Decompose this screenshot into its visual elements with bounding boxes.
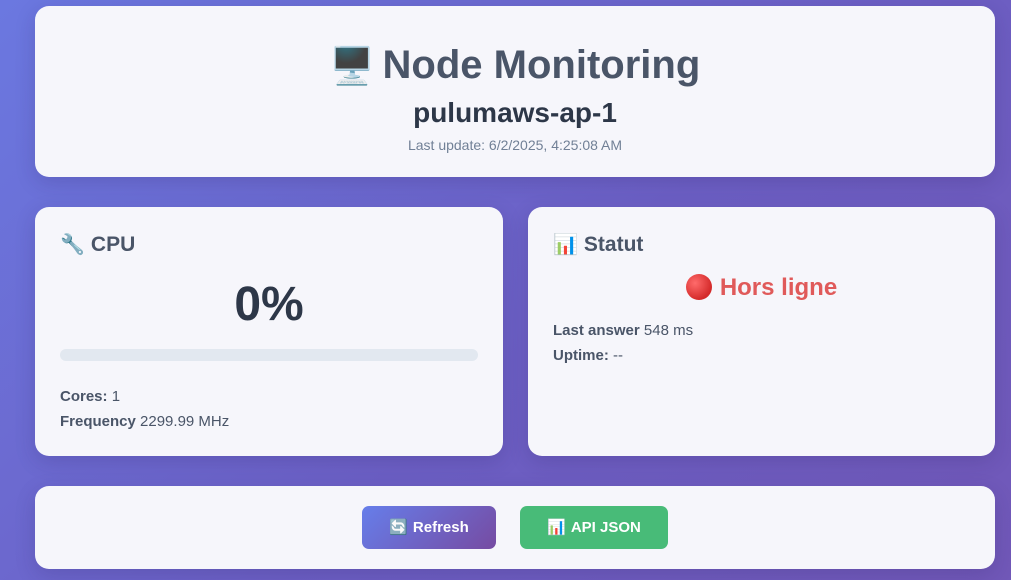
status-badge: Hors ligne: [528, 273, 995, 303]
refresh-button[interactable]: 🔄 Refresh: [362, 506, 496, 549]
page-title-text: Node Monitoring: [382, 43, 701, 87]
page-title: 🖥️ Node Monitoring: [35, 42, 995, 89]
status-heading: 📊 Statut: [553, 233, 643, 257]
status-heading-text: Statut: [583, 233, 644, 256]
actions-card: 🔄 Refresh 📊 API JSON: [35, 486, 995, 569]
cpu-progress-bar: [60, 349, 478, 361]
cpu-card: 🔧 CPU 0% Cores: 1 Frequency 2299.99 MHz: [35, 207, 503, 456]
last-answer-value: 548 ms: [643, 322, 694, 339]
bar-chart-icon: 📊: [547, 519, 566, 536]
refresh-icon: 🔄: [389, 519, 408, 536]
uptime-label: Uptime:: [553, 347, 609, 364]
cpu-frequency-label: Frequency: [60, 413, 136, 430]
api-json-button[interactable]: 📊 API JSON: [520, 506, 668, 549]
cpu-cores-line: Cores: 1: [60, 388, 120, 406]
uptime-value: --: [613, 347, 624, 364]
status-text: Hors ligne: [719, 274, 838, 301]
cpu-cores-label: Cores:: [60, 388, 108, 405]
api-json-button-label: API JSON: [570, 519, 641, 536]
cpu-heading-text: CPU: [90, 233, 136, 256]
last-update-timestamp: Last update: 6/2/2025, 4:25:08 AM: [407, 137, 623, 153]
bar-chart-icon: 📊: [553, 234, 578, 256]
red-circle-icon: [685, 274, 712, 300]
uptime-line: Uptime: --: [553, 347, 623, 365]
desktop-computer-icon: 🖥️: [329, 45, 375, 86]
refresh-button-label: Refresh: [412, 519, 469, 536]
cpu-cores-value: 1: [111, 388, 121, 405]
wrench-icon: 🔧: [60, 234, 85, 256]
cpu-usage-percent: 0%: [234, 278, 304, 331]
last-answer-line: Last answer 548 ms: [553, 322, 693, 340]
last-answer-label: Last answer: [553, 322, 640, 339]
node-name: pulumaws-ap-1: [413, 97, 617, 128]
status-card: 📊 Statut Hors ligne Last answer 548 ms Up…: [528, 207, 995, 456]
cpu-frequency-line: Frequency 2299.99 MHz: [60, 413, 229, 431]
cpu-frequency-value: 2299.99 MHz: [140, 413, 230, 430]
header-card: 🖥️ Node Monitoring pulumaws-ap-1 Last upd…: [35, 6, 995, 177]
cpu-heading: 🔧 CPU: [60, 233, 135, 257]
